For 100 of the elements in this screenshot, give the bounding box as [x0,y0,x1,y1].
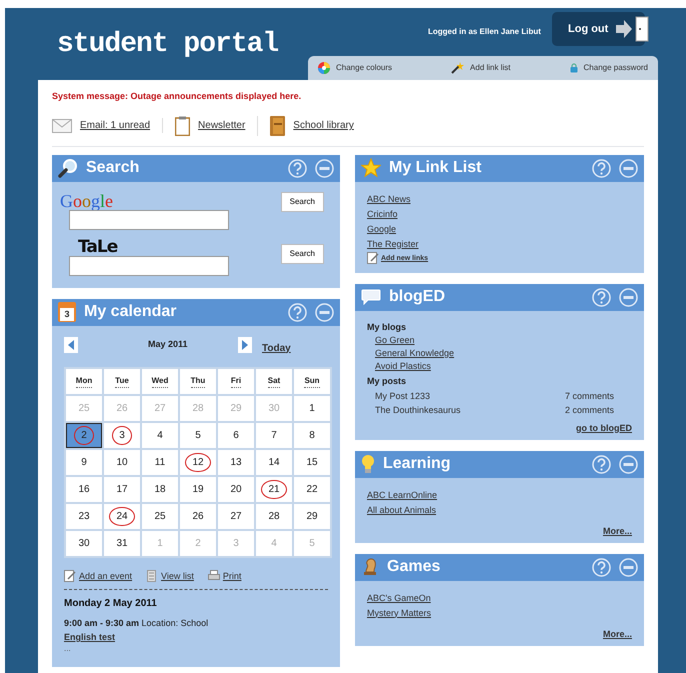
search-field[interactable] [69,256,229,276]
calendar-day[interactable]: 18 [142,476,178,502]
calendar-day[interactable]: 3 [104,422,140,448]
selected-date: Monday 2 May 2011 [64,596,158,610]
calendar-day[interactable]: 25 [142,504,178,528]
calendar-icon: 3 [58,302,76,322]
weekday-label: Sat [268,374,280,388]
search-icon [58,158,78,178]
calendar-day[interactable]: 30 [66,530,102,556]
help-icon[interactable] [592,558,611,576]
search-button[interactable]: Search [280,244,324,264]
comment-count: 2 comments [565,404,614,416]
more-link[interactable]: More... [602,628,632,640]
calendar-day[interactable]: 22 [294,476,330,502]
search-field[interactable] [69,210,229,230]
calendar-action-link[interactable]: Add an event [79,570,132,582]
calendar-day[interactable]: 8 [294,422,330,448]
minimize-icon[interactable] [619,454,638,474]
calendar-day[interactable]: 17 [104,476,140,502]
today-link[interactable]: Today [262,342,291,354]
calendar-action-link[interactable]: View list [161,570,194,582]
calendar-day[interactable]: 12 [180,450,216,474]
blog-link[interactable]: General Knowledge [375,347,454,360]
month-label: May 2011 [148,338,189,352]
help-icon[interactable] [288,302,307,322]
toolbar-tab[interactable]: Change colours [318,62,392,74]
link[interactable]: Google [367,222,396,236]
calendar-day[interactable]: 31 [104,530,140,556]
toolbar-tab[interactable]: Add link list [451,62,511,74]
calendar-day[interactable]: 14 [256,450,292,474]
calendar-day[interactable]: 9 [66,450,102,474]
calendar-day[interactable]: 20 [218,476,254,502]
calendar-day[interactable]: 1 [294,396,330,420]
event-title-link[interactable]: English test [64,632,116,643]
quick-link[interactable]: Newsletter [198,118,246,133]
toolbar-tab[interactable]: Change password [570,62,648,74]
minimize-icon[interactable] [619,158,638,178]
weekday-label: Mon [76,374,92,388]
post-title: My Post 1233 [375,390,432,402]
portal-logo: student portal [57,28,278,62]
calendar-day[interactable]: 26 [180,504,216,528]
quick-link[interactable]: School library [293,118,354,133]
clipboard-icon [175,116,190,136]
blog-link[interactable]: Go Green [375,334,415,347]
calendar-day[interactable]: 29 [294,504,330,528]
link[interactable]: ABC's GameOn [367,592,431,604]
widget-title: My Link List [389,158,482,178]
more-link[interactable]: More... [602,524,632,538]
minimize-icon[interactable] [315,158,334,178]
calendar-day[interactable]: 19 [180,476,216,502]
calendar-day[interactable]: 16 [66,476,102,502]
calendar-day[interactable]: 27 [218,504,254,528]
calendar-day[interactable]: 11 [142,450,178,474]
minimize-icon[interactable] [315,302,334,322]
chess-piece-icon [361,557,379,577]
light-bulb-icon [361,454,375,474]
calendar-day[interactable]: 24 [104,504,140,528]
door-arrow-icon [616,16,650,42]
link[interactable]: ABC News [367,192,411,206]
weekday-label: Wed [152,374,168,388]
color-wheel-icon [318,62,330,74]
calendar-day[interactable]: 21 [256,476,292,502]
minimize-icon[interactable] [619,558,638,576]
calendar-day[interactable]: 6 [218,422,254,448]
tale-logo: TaLe [78,238,118,256]
envelope-icon [52,118,72,132]
speech-bubble-icon [361,289,381,305]
calendar-day[interactable]: 2 [66,422,102,448]
blog-link[interactable]: Avoid Plastics [375,360,431,373]
calendar-day[interactable]: 10 [104,450,140,474]
system-message: System message: Outage announcements displayed here. [52,90,302,103]
help-icon[interactable] [592,288,611,306]
widget-title: My calendar [84,302,178,322]
help-icon[interactable] [288,158,307,178]
calendar-day[interactable]: 13 [218,450,254,474]
minimize-icon[interactable] [619,288,638,306]
comment-count: 7 comments [565,390,614,402]
weekday-label: Tue [115,374,129,388]
calendar-day[interactable]: 23 [66,504,102,528]
calendar-day[interactable]: 15 [294,450,330,474]
printer-icon [208,570,220,582]
blog-footer-link[interactable]: go to blogED [576,422,632,434]
quick-link[interactable]: Email: 1 unread [80,118,150,133]
search-button[interactable]: Search [280,192,324,212]
post-title: The Douthinkesaurus [375,404,462,416]
weekday-label: Sun [304,374,320,388]
calendar-day[interactable]: 5 [180,422,216,448]
link[interactable]: The Register [367,238,419,250]
event-circle-mark: 2 [74,426,94,444]
calendar-day[interactable]: 4 [142,422,178,448]
help-icon[interactable] [592,158,611,178]
weekday-label: Thu [190,374,206,388]
link[interactable]: All about Animals [367,504,436,516]
calendar-day[interactable]: 7 [256,422,292,448]
calendar-day[interactable]: 28 [256,504,292,528]
link[interactable]: Mystery Matters [367,606,432,620]
link[interactable]: ABC LearnOnline [367,488,438,502]
help-icon[interactable] [592,454,611,474]
calendar-action-link[interactable]: Print [222,570,242,582]
link[interactable]: Cricinfo [367,208,398,220]
